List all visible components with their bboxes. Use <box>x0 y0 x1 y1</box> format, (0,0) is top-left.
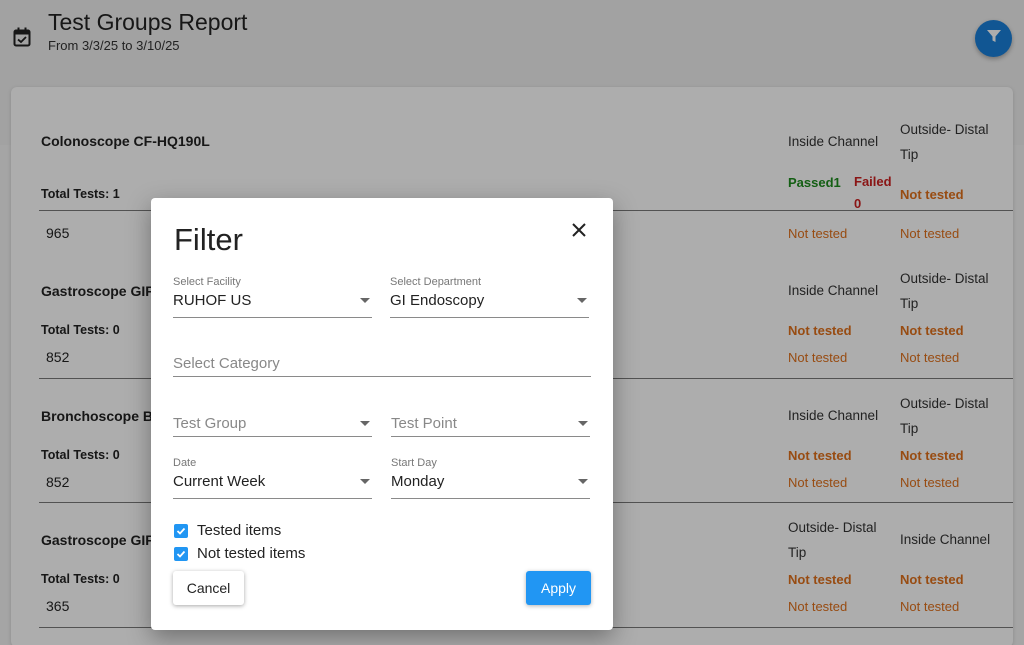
department-value: GI Endoscopy <box>390 292 485 309</box>
chevron-down-icon <box>578 421 588 426</box>
start-day-select[interactable]: Start Day Monday <box>391 457 590 499</box>
tested-items-checkbox[interactable]: Tested items <box>174 522 281 539</box>
date-select[interactable]: Date Current Week <box>173 457 372 499</box>
start-day-label: Start Day <box>391 457 437 469</box>
not-tested-items-label: Not tested items <box>197 545 306 562</box>
apply-button[interactable]: Apply <box>526 571 591 605</box>
date-label: Date <box>173 457 197 469</box>
checkmark-icon <box>174 546 188 561</box>
chevron-down-icon <box>578 479 588 484</box>
cancel-button[interactable]: Cancel <box>173 571 244 605</box>
chevron-down-icon <box>360 298 370 303</box>
test-point-placeholder: Test Point <box>391 415 457 432</box>
close-button[interactable] <box>569 222 589 242</box>
not-tested-items-checkbox[interactable]: Not tested items <box>174 545 305 562</box>
test-group-placeholder: Test Group <box>173 415 247 432</box>
tested-items-label: Tested items <box>197 522 282 539</box>
chevron-down-icon <box>577 298 587 303</box>
category-placeholder: Select Category <box>173 355 280 372</box>
date-value: Current Week <box>173 473 266 490</box>
chevron-down-icon <box>360 421 370 426</box>
filter-dialog: Filter Select Facility RUHOF US Select D… <box>151 198 613 630</box>
start-day-value: Monday <box>391 473 445 490</box>
checkmark-icon <box>174 523 188 538</box>
chevron-down-icon <box>360 479 370 484</box>
category-select[interactable]: Select Category <box>173 335 591 377</box>
test-point-select[interactable]: Test Point <box>391 395 590 437</box>
facility-label: Select Facility <box>173 276 241 288</box>
test-group-select[interactable]: Test Group <box>173 395 372 437</box>
facility-select[interactable]: Select Facility RUHOF US <box>173 276 372 318</box>
facility-value: RUHOF US <box>173 292 252 309</box>
department-label: Select Department <box>390 276 482 288</box>
dialog-title: Filter <box>174 222 243 257</box>
department-select[interactable]: Select Department GI Endoscopy <box>390 276 589 318</box>
close-icon <box>572 222 586 242</box>
